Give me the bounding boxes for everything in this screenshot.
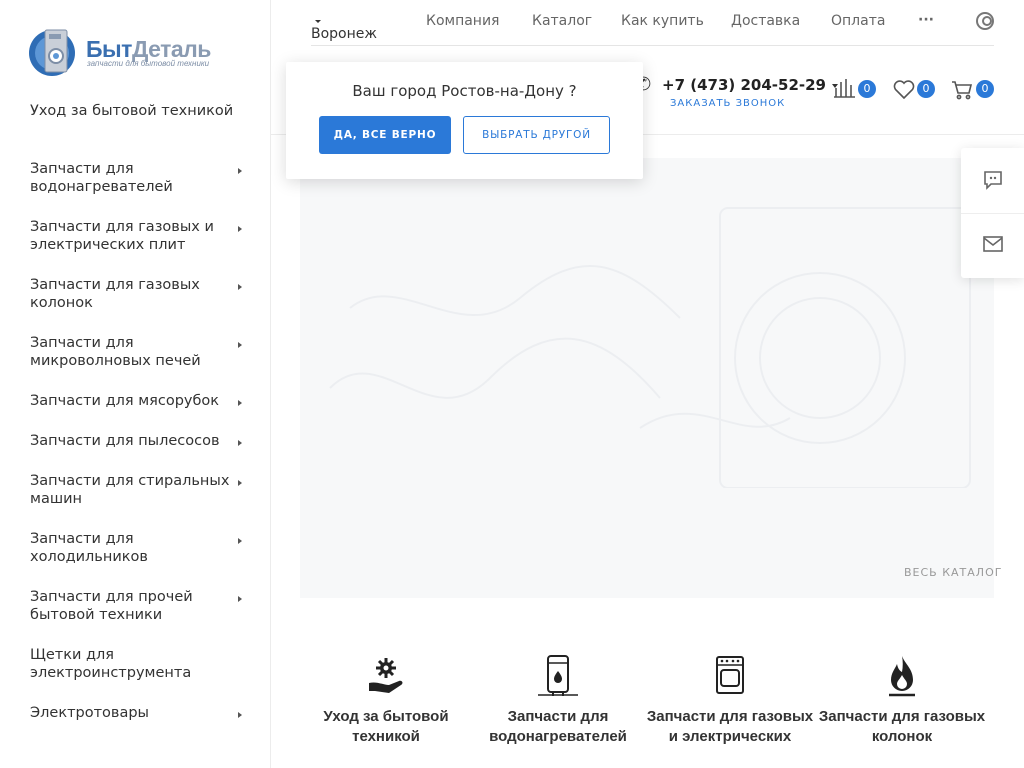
sidebar-item-stoves[interactable]: Запчасти для газовых и электрических пли… — [30, 218, 250, 254]
sidebar-item-label: Запчасти для мясорубок — [30, 393, 220, 409]
callback-link[interactable]: ЗАКАЗАТЬ ЗВОНОК — [670, 98, 785, 109]
category-tile-label: Запчасти для водонагревателей — [489, 708, 627, 745]
sidebar-item-label: Запчасти для микроволновых печей — [30, 335, 201, 369]
logo[interactable]: БытДеталь запчасти для бытовой техники — [28, 26, 228, 80]
sidebar-item-label: Запчасти для водонагревателей — [30, 161, 173, 195]
water-heater-icon — [538, 655, 578, 696]
phone-number[interactable]: +7 (473) 204-52-29 — [662, 76, 838, 94]
sidebar-item-other-appliances[interactable]: Запчасти для прочей бытовой техники — [30, 588, 250, 624]
cart-count-badge: 0 — [976, 80, 994, 98]
top-nav: Воронеж Компания Каталог Как купить Дост… — [311, 0, 994, 46]
chat-icon[interactable] — [983, 170, 1003, 190]
cart-icon[interactable] — [951, 80, 973, 100]
floating-contact-panel — [961, 148, 1024, 278]
sidebar-item-label: Электротовары — [30, 705, 149, 721]
sidebar-item-care[interactable]: Уход за бытовой техникой — [30, 102, 250, 120]
all-catalog-link[interactable]: ВЕСЬ КАТАЛОГ — [904, 566, 1002, 579]
logo-icon — [29, 29, 75, 76]
chevron-right-icon — [238, 712, 242, 718]
chevron-right-icon — [238, 538, 242, 544]
category-tile[interactable]: Запчасти для газовых колонок — [816, 615, 988, 747]
confirm-city-button[interactable]: ДА, ВСЕ ВЕРНО — [319, 116, 451, 154]
sidebar-item-washing-machines[interactable]: Запчасти для стиральных машин — [30, 472, 250, 508]
sidebar-item-vacuums[interactable]: Запчасти для пылесосов — [30, 432, 250, 450]
choose-other-city-button[interactable]: ВЫБРАТЬ ДРУГОЙ — [463, 116, 610, 154]
sidebar-item-electrical[interactable]: Электротовары — [30, 704, 250, 722]
city-label: Воронеж — [311, 26, 378, 42]
sidebar-item-label: Запчасти для прочей бытовой техники — [30, 589, 193, 623]
sidebar-item-gas-columns[interactable]: Запчасти для газовых колонок — [30, 276, 250, 312]
sidebar-item-label: Запчасти для газовых колонок — [30, 277, 200, 311]
flame-icon — [889, 656, 915, 697]
category-tile[interactable]: Уход за бытовой техникой — [300, 615, 472, 747]
chevron-right-icon — [238, 342, 242, 348]
hand-gear-icon — [369, 658, 403, 693]
mail-icon[interactable] — [983, 236, 1003, 252]
category-tile-label: Запчасти для газовых колонок — [818, 708, 986, 745]
wishlist-count-badge: 0 — [917, 80, 935, 98]
caret-down-icon — [315, 19, 321, 23]
chevron-right-icon — [238, 168, 242, 174]
category-tile-label: Уход за бытовой техникой — [323, 708, 449, 745]
sidebar-item-label: Запчасти для газовых и электрических пли… — [30, 219, 214, 253]
compare-count-badge: 0 — [858, 80, 876, 98]
category-tile[interactable]: Запчасти для газовых и электрических — [644, 615, 816, 747]
nav-link-delivery[interactable]: Доставка — [731, 13, 800, 29]
sidebar-item-microwaves[interactable]: Запчасти для микроволновых печей — [30, 334, 250, 370]
phone-text: +7 (473) 204-52-29 — [662, 76, 826, 94]
sidebar-item-water-heaters[interactable]: Запчасти для водонагревателей — [30, 160, 250, 196]
nav-link-payment[interactable]: Оплата — [831, 13, 885, 29]
compare-icon[interactable] — [834, 78, 856, 98]
sidebar-item-label: Щетки для электроинструмента — [30, 647, 192, 681]
popup-title: Ваш город Ростов-на-Дону ? — [352, 82, 577, 100]
nav-link-company[interactable]: Компания — [426, 13, 499, 29]
sidebar-item-label: Уход за бытовой техникой — [30, 103, 234, 119]
stove-icon — [716, 656, 744, 694]
sidebar-item-meat-grinders[interactable]: Запчасти для мясорубок — [30, 392, 250, 410]
washing-machine-image — [329, 207, 971, 488]
hero-banner[interactable] — [300, 158, 994, 598]
user-account-icon[interactable] — [976, 12, 994, 30]
city-selector[interactable]: Воронеж — [311, 13, 377, 42]
logo-tagline: запчасти для бытовой техники — [87, 59, 210, 68]
sidebar-item-brushes[interactable]: Щетки для электроинструмента — [30, 646, 250, 682]
panel-divider — [961, 213, 1024, 214]
sidebar-item-label: Запчасти для стиральных машин — [30, 473, 230, 507]
more-menu-button[interactable]: ··· — [918, 12, 934, 28]
chevron-right-icon — [238, 226, 242, 232]
chevron-right-icon — [238, 400, 242, 406]
chevron-right-icon — [238, 284, 242, 290]
sidebar-item-label: Запчасти для пылесосов — [30, 433, 220, 449]
sidebar-item-label: Запчасти для холодильников — [30, 531, 148, 565]
sidebar-item-fridges[interactable]: Запчасти для холодильников — [30, 530, 250, 566]
nav-link-catalog[interactable]: Каталог — [532, 13, 592, 29]
category-tile-label: Запчасти для газовых и электрических — [646, 708, 814, 745]
category-tile[interactable]: Запчасти для водонагревателей — [472, 615, 644, 747]
category-tiles: Уход за бытовой техникой Запчасти для во… — [300, 615, 990, 768]
heart-icon[interactable] — [893, 80, 915, 99]
chevron-right-icon — [238, 480, 242, 486]
chevron-right-icon — [238, 596, 242, 602]
sidebar: БытДеталь запчасти для бытовой техники У… — [0, 0, 271, 768]
chevron-right-icon — [238, 440, 242, 446]
city-confirm-popup: Ваш город Ростов-на-Дону ? ДА, ВСЕ ВЕРНО… — [286, 62, 643, 179]
nav-link-how-to-buy[interactable]: Как купить — [621, 13, 704, 29]
